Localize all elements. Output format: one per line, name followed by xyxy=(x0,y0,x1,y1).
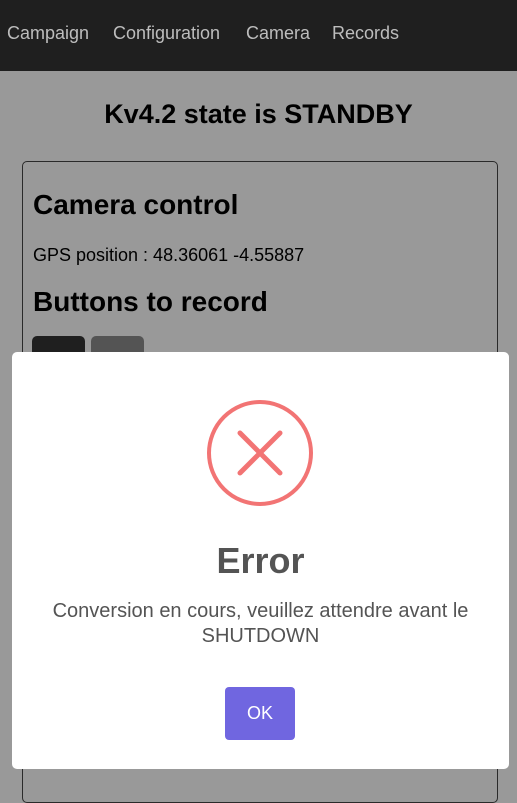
ok-button[interactable]: OK xyxy=(225,687,295,740)
error-x-circle-icon xyxy=(207,400,313,506)
error-dialog: Error Conversion en cours, veuillez atte… xyxy=(12,352,509,769)
buttons-heading: Buttons to record xyxy=(33,286,268,317)
dialog-message: Conversion en cours, veuillez attendre a… xyxy=(52,600,469,647)
gps-position: GPS position : 48.36061 -4.55887 xyxy=(33,245,305,265)
nav-camera[interactable]: Camera xyxy=(246,23,310,44)
camera-control-heading: Camera control xyxy=(33,189,239,220)
page-title: Kv4.2 state is STANDBY xyxy=(104,99,413,129)
nav-records[interactable]: Records xyxy=(332,23,399,44)
nav-configuration[interactable]: Configuration xyxy=(113,23,220,44)
nav-campaign[interactable]: Campaign xyxy=(7,23,89,44)
dialog-title: Error xyxy=(216,540,305,581)
navbar: Campaign Configuration Camera Records xyxy=(0,0,517,71)
